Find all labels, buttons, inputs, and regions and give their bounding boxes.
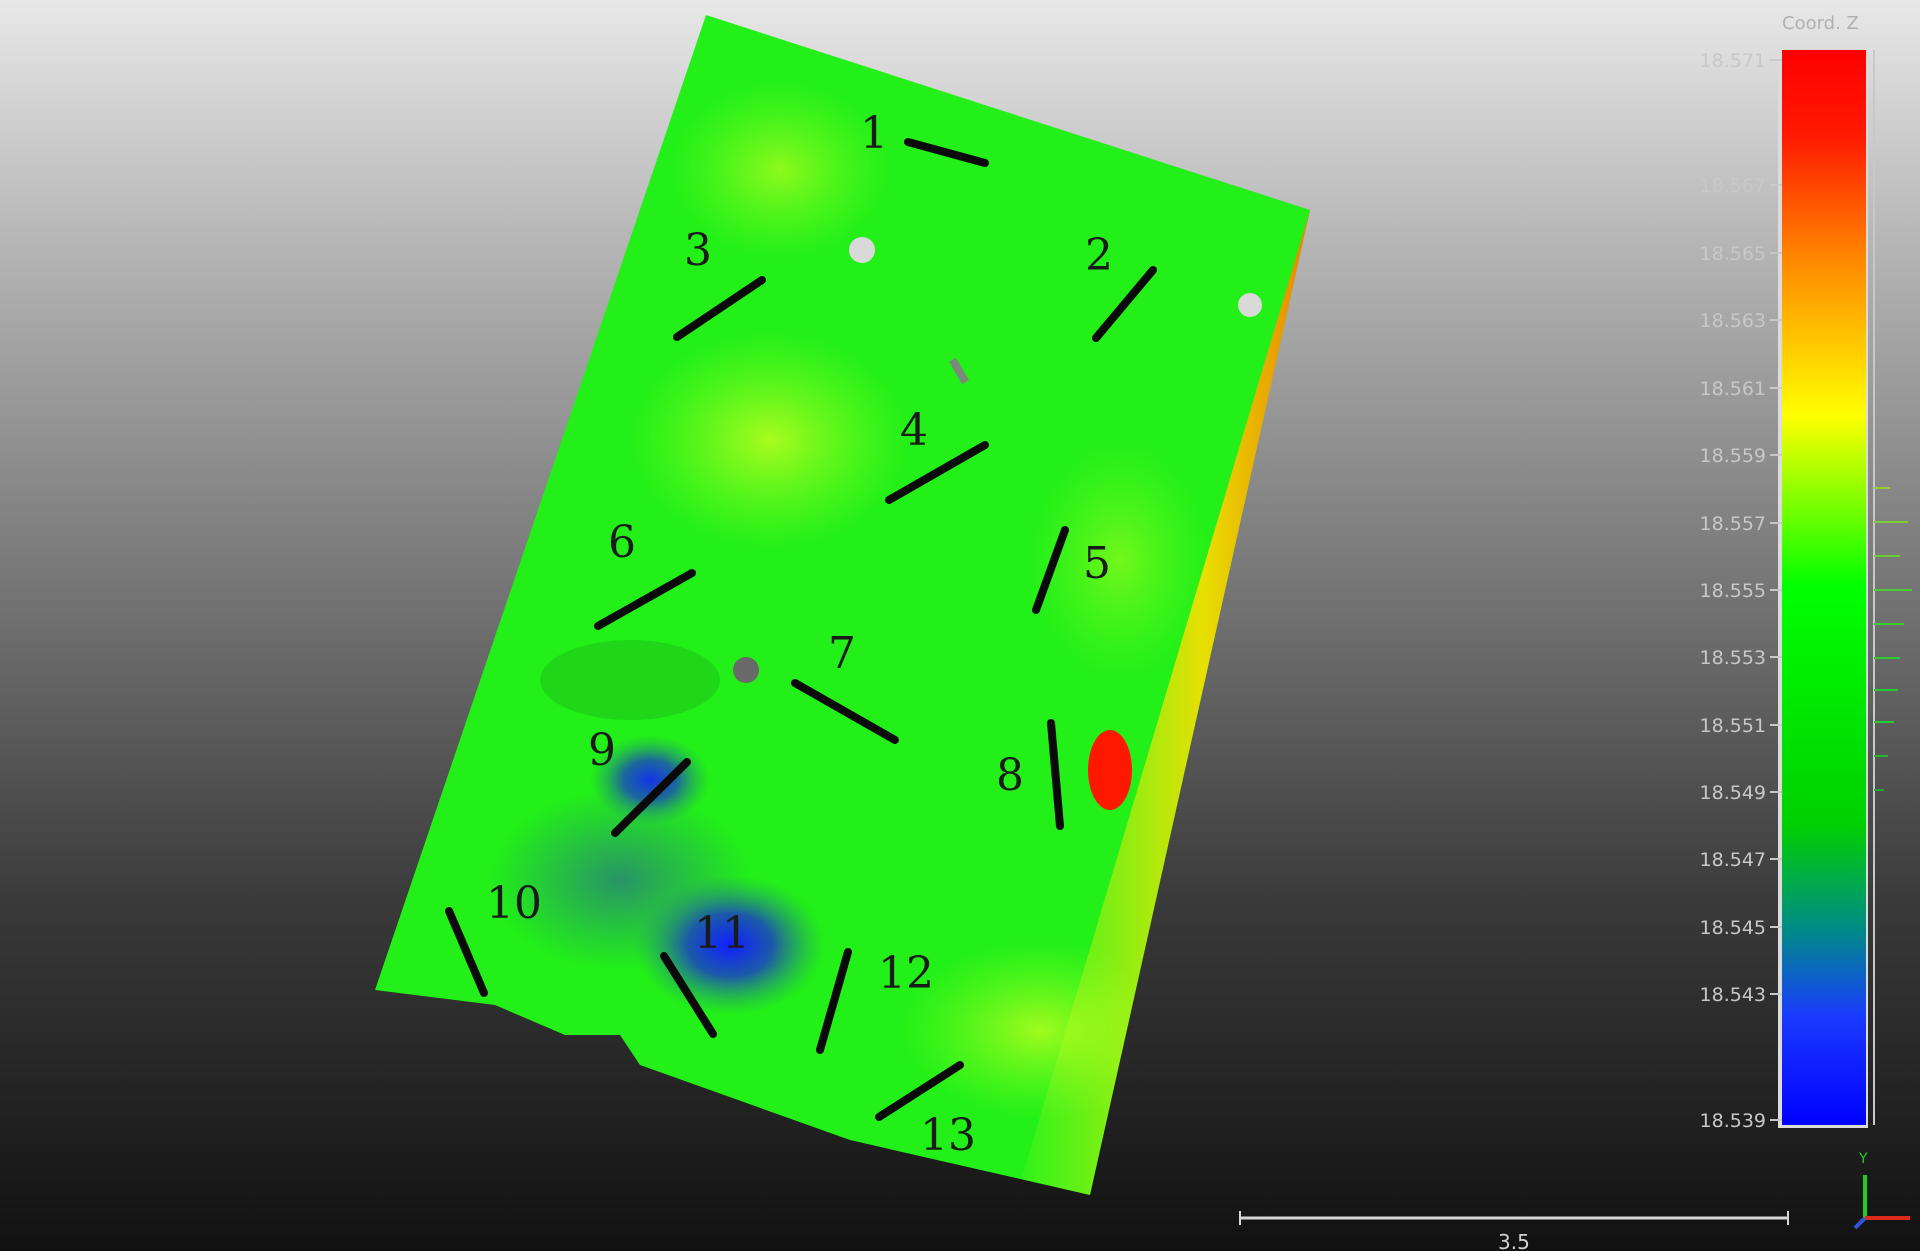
color-scale-legend: Coord. Z 18.571 18.567 18.565 18.563 18.561 1…: [1700, 13, 1912, 1132]
axis-y-label: Y: [1858, 1151, 1868, 1167]
scale-tick-label: 18.547: [1700, 849, 1766, 871]
scale-bar-label: 3.5: [1498, 1230, 1530, 1251]
section-label: 3: [684, 225, 712, 276]
3d-viewport[interactable]: 1 2 3 4 5 6 7 8 9 10 11 12 13 Coord. Z 1…: [0, 0, 1920, 1251]
section-label: 12: [878, 948, 934, 999]
point-cloud-scan: [375, 15, 1310, 1195]
scale-tick-label: 18.549: [1700, 782, 1766, 804]
scale-tick-label: 18.555: [1700, 580, 1766, 602]
section-label: 11: [694, 908, 750, 959]
scale-tick-label: 18.543: [1700, 984, 1766, 1006]
scale-tick-label: 18.551: [1700, 715, 1766, 737]
axis-gizmo[interactable]: Y: [1853, 1151, 1910, 1230]
scale-tick-label: 18.557: [1700, 513, 1766, 535]
hole-marker: [1238, 293, 1262, 317]
scale-tick-label: 18.553: [1700, 647, 1766, 669]
scale-tick-label: 18.559: [1700, 445, 1766, 467]
scale-tick-label: 18.571: [1700, 50, 1766, 72]
section-label: 4: [900, 405, 928, 456]
scale-tick-label: 18.539: [1700, 1110, 1766, 1132]
scale-tick-label: 18.565: [1700, 243, 1766, 265]
hole-marker: [733, 657, 759, 683]
scale-tick-label: 18.545: [1700, 917, 1766, 939]
section-label: 6: [608, 517, 636, 568]
section-label: 2: [1085, 230, 1113, 281]
scale-tick-label: 18.561: [1700, 378, 1766, 400]
section-label: 10: [486, 878, 542, 929]
section-label: 13: [920, 1110, 976, 1161]
histogram: [1874, 487, 1912, 791]
section-label: 8: [996, 750, 1024, 801]
color-scale-title: Coord. Z: [1782, 13, 1859, 34]
hole-marker: [849, 237, 875, 263]
section-label: 9: [588, 725, 616, 776]
section-label: 1: [860, 108, 888, 159]
scale-tick-label: 18.563: [1700, 310, 1766, 332]
scale-tick-label: 18.567: [1700, 175, 1766, 197]
color-gradient-bar: [1782, 50, 1866, 1125]
section-label: 5: [1083, 538, 1111, 589]
scale-bar: 3.5: [1239, 1211, 1789, 1251]
section-label: 7: [828, 628, 856, 679]
